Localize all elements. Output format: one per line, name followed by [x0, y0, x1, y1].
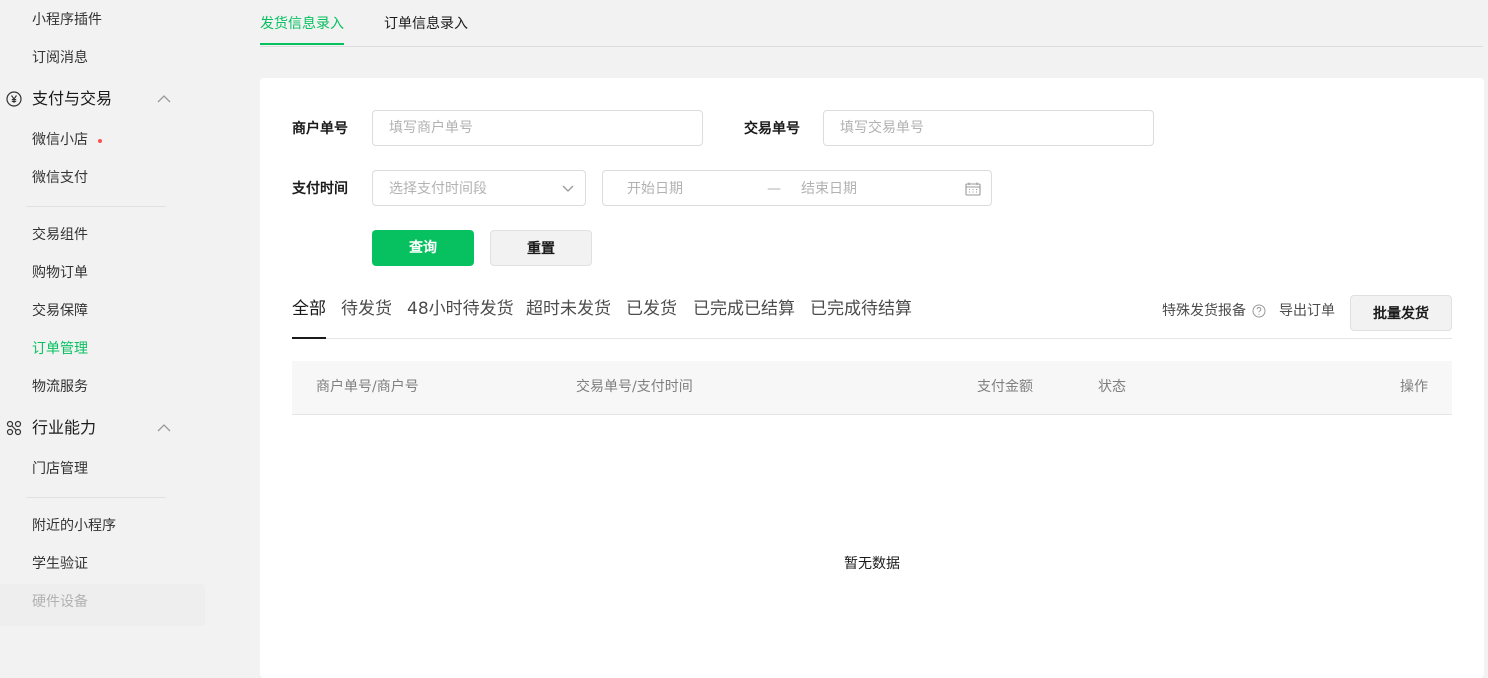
sidebar-item-trade-guarantee[interactable]: 交易保障 — [32, 301, 88, 321]
start-date-field[interactable]: 开始日期 — [627, 179, 683, 199]
export-orders-link[interactable]: 导出订单 — [1279, 301, 1335, 321]
column-pay-amount: 支付金额 — [977, 379, 1033, 395]
yuan-circle-icon — [6, 91, 22, 107]
transaction-no-label: 交易单号 — [744, 121, 800, 137]
date-separator: — — [767, 181, 781, 197]
chevron-up-icon[interactable] — [156, 94, 172, 104]
status-tab-shipped[interactable]: 已发货 — [626, 297, 677, 321]
reset-button[interactable]: 重置 — [490, 230, 592, 266]
merchant-no-input[interactable] — [372, 110, 703, 146]
industry-nodes-icon — [6, 420, 22, 436]
sidebar-divider — [26, 206, 166, 207]
status-tab-pending-shipment[interactable]: 待发货 — [341, 297, 392, 321]
pay-time-label: 支付时间 — [292, 181, 348, 197]
question-circle-icon[interactable] — [1252, 304, 1266, 318]
sidebar-group-industry-label: 行业能力 — [32, 418, 97, 437]
top-tabs: 发货信息录入 订单信息录入 — [260, 0, 1483, 47]
column-merchant-no: 商户单号/商户号 — [316, 379, 419, 395]
status-tabs-divider — [292, 338, 1452, 339]
red-dot-badge — [98, 139, 102, 143]
orders-table-header: 商户单号/商户号 交易单号/支付时间 支付金额 状态 操作 — [292, 361, 1452, 415]
transaction-no-input[interactable] — [823, 110, 1154, 146]
pay-time-range-select[interactable]: 选择支付时间段 — [372, 170, 586, 206]
sidebar-item-mini-program-plugin[interactable]: 小程序插件 — [32, 10, 102, 30]
status-tab-48h-pending[interactable]: 48小时待发货 — [407, 297, 514, 321]
sidebar-item-student-verification[interactable]: 学生验证 — [32, 554, 88, 574]
sidebar: 小程序插件 订阅消息 支付与交易 微信小店 微信支付 交易组件 购物订单 交易保… — [0, 0, 205, 654]
date-range-picker[interactable]: 开始日期 — 结束日期 — [602, 170, 992, 206]
empty-state-text: 暂无数据 — [844, 556, 900, 572]
end-date-field[interactable]: 结束日期 — [801, 179, 857, 199]
batch-ship-button[interactable]: 批量发货 — [1350, 295, 1452, 331]
active-tab-underline — [260, 43, 344, 45]
sidebar-item-logistics[interactable]: 物流服务 — [32, 377, 88, 397]
merchant-no-label: 商户单号 — [292, 121, 348, 137]
active-status-tab-underline — [292, 337, 326, 339]
sidebar-item-hardware-device[interactable]: 硬件设备 — [32, 592, 88, 612]
calendar-icon — [965, 182, 981, 196]
column-status: 状态 — [1098, 379, 1126, 395]
status-tab-completed-unsettled[interactable]: 已完成待结算 — [810, 297, 912, 321]
column-actions: 操作 — [1400, 379, 1428, 395]
sidebar-hover-highlight — [0, 584, 205, 626]
query-button[interactable]: 查询 — [372, 230, 474, 266]
sidebar-item-store-management[interactable]: 门店管理 — [32, 459, 88, 479]
sidebar-item-subscription-message[interactable]: 订阅消息 — [32, 48, 88, 68]
chevron-up-icon[interactable] — [156, 423, 172, 433]
sidebar-item-wechat-pay[interactable]: 微信支付 — [32, 168, 88, 188]
sidebar-item-nearby-mini-program[interactable]: 附近的小程序 — [32, 516, 116, 536]
status-tab-all[interactable]: 全部 — [292, 297, 326, 321]
chevron-down-icon — [562, 185, 574, 192]
tab-order-info-entry[interactable]: 订单信息录入 — [384, 14, 468, 34]
sidebar-item-order-management[interactable]: 订单管理 — [32, 339, 88, 359]
sidebar-item-wechat-store[interactable]: 微信小店 — [32, 130, 88, 150]
tab-shipping-info-entry[interactable]: 发货信息录入 — [260, 14, 344, 34]
order-management-card: 商户单号 交易单号 支付时间 选择支付时间段 开始日期 — 结束日期 查询 重置… — [260, 78, 1484, 678]
column-transaction-no: 交易单号/支付时间 — [576, 379, 693, 395]
sidebar-divider — [26, 497, 166, 498]
sidebar-group-payment-label: 支付与交易 — [32, 89, 113, 108]
status-tab-overdue[interactable]: 超时未发货 — [526, 297, 611, 321]
sidebar-item-shopping-orders[interactable]: 购物订单 — [32, 263, 88, 283]
special-shipment-report-link[interactable]: 特殊发货报备 — [1162, 301, 1246, 321]
status-tab-completed-settled[interactable]: 已完成已结算 — [693, 297, 795, 321]
pay-time-select-placeholder: 选择支付时间段 — [389, 181, 487, 197]
sidebar-item-trade-component[interactable]: 交易组件 — [32, 225, 88, 245]
